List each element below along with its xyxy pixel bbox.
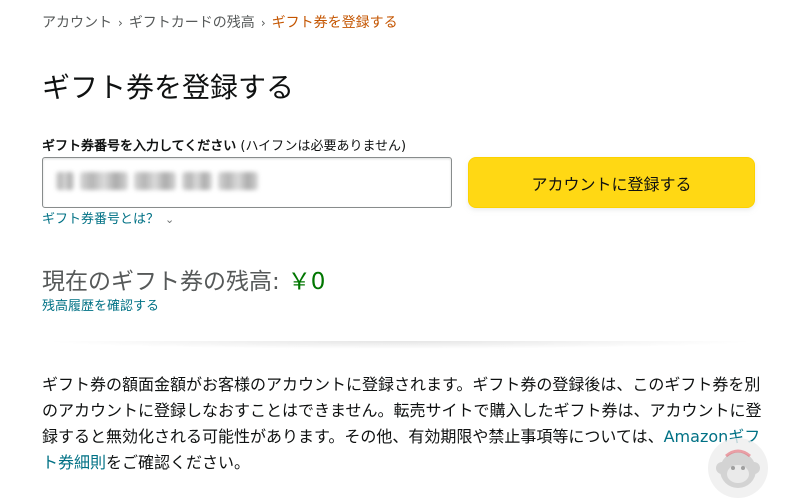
breadcrumb-account[interactable]: アカウント	[42, 15, 112, 31]
claim-code-input[interactable]	[42, 157, 452, 208]
breadcrumb-separator: ›	[260, 16, 266, 30]
notice-text-before: ギフト券の額面金額がお客様のアカウントに登録されます。ギフト券の登録後は、このギ…	[42, 375, 762, 446]
page-title: ギフト券を登録する	[42, 71, 295, 104]
apply-to-account-button[interactable]: アカウントに登録する	[468, 157, 755, 208]
monkey-logo-icon	[708, 438, 768, 498]
notice-text-after: をご確認ください。	[106, 453, 251, 472]
section-divider	[42, 341, 758, 349]
breadcrumb-gift-card-balance[interactable]: ギフトカードの残高	[129, 15, 255, 31]
what-is-claim-code-link[interactable]: ギフト券番号とは？ ⌄	[42, 208, 174, 227]
balance-amount: ￥0	[287, 269, 326, 295]
chevron-down-icon: ⌄	[165, 213, 175, 226]
claim-code-label-main: ギフト券番号を入力してください	[42, 139, 237, 154]
claim-code-label-note: (ハイフンは必要ありません)	[240, 139, 407, 154]
claim-code-label: ギフト券番号を入力してください (ハイフンは必要ありません)	[42, 135, 406, 154]
breadcrumb-current: ギフト券を登録する	[271, 15, 398, 31]
help-link-label: ギフト券番号とは？	[42, 212, 160, 227]
breadcrumb: アカウント › ギフトカードの残高 › ギフト券を登録する	[42, 12, 398, 32]
balance-history-link[interactable]: 残高履歴を確認する	[42, 295, 159, 314]
balance-label: 現在のギフト券の残高:	[42, 269, 280, 295]
breadcrumb-separator: ›	[118, 16, 123, 30]
current-balance: 現在のギフト券の残高: ￥0	[42, 262, 325, 296]
registration-notice: ギフト券の額面金額がお客様のアカウントに登録されます。ギフト券の登録後は、このギ…	[42, 372, 762, 476]
